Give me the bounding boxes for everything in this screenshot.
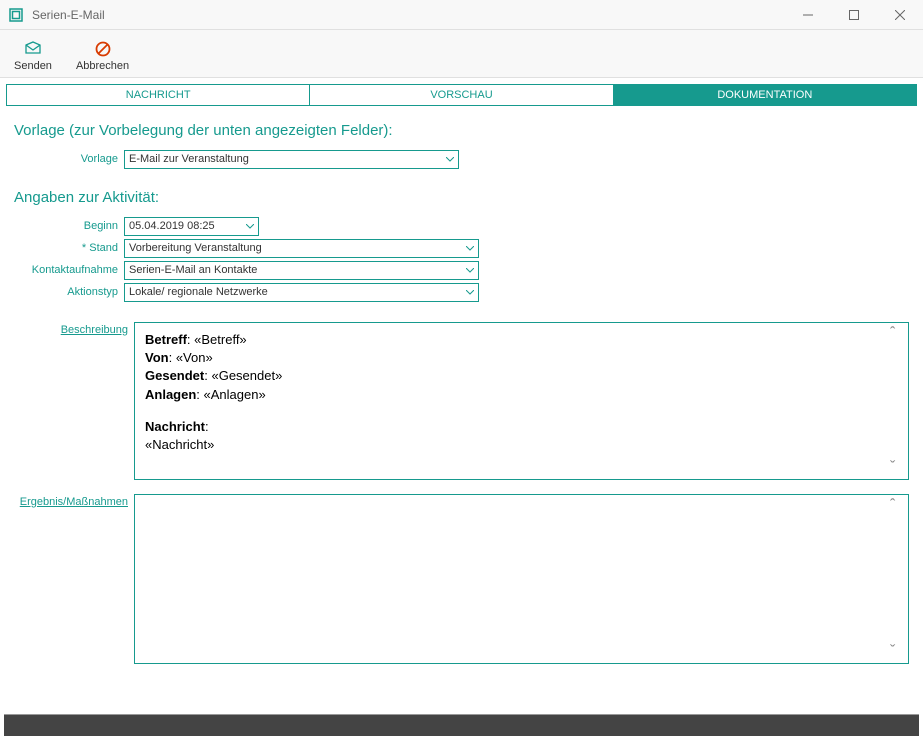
vorlage-value: E-Mail zur Veranstaltung: [129, 153, 249, 165]
aktionstyp-label: Aktionstyp: [14, 286, 124, 298]
aktionstyp-value: Lokale/ regionale Netzwerke: [129, 286, 268, 298]
maximize-button[interactable]: [831, 0, 877, 30]
send-icon: [24, 40, 42, 58]
beschreibung-label[interactable]: Beschreibung: [14, 322, 134, 480]
template-section-heading: Vorlage (zur Vorbelegung der unten angez…: [14, 122, 909, 139]
cancel-label: Abbrechen: [76, 60, 129, 72]
beginn-datetime[interactable]: 05.04.2019 08:25: [124, 217, 259, 236]
tab-vorschau[interactable]: VORSCHAU: [310, 84, 613, 106]
toolbar: Senden Abbrechen: [0, 30, 923, 78]
tab-bar: NACHRICHT VORSCHAU DOKUMENTATION: [6, 84, 917, 106]
aktionstyp-dropdown[interactable]: Lokale/ regionale Netzwerke: [124, 283, 479, 302]
status-bar: [4, 714, 919, 736]
minimize-button[interactable]: [785, 0, 831, 30]
ergebnis-label[interactable]: Ergebnis/Maßnahmen: [14, 494, 134, 664]
ergebnis-textarea[interactable]: ˆ ˇ: [134, 494, 909, 664]
kontakt-value: Serien-E-Mail an Kontakte: [129, 264, 257, 276]
kontakt-dropdown[interactable]: Serien-E-Mail an Kontakte: [124, 261, 479, 280]
stand-label: * Stand: [14, 242, 124, 254]
serien-email-window: Serien-E-Mail Senden Abbrechen: [0, 0, 923, 740]
kontakt-label: Kontaktaufnahme: [14, 264, 124, 276]
chevron-down-icon: [461, 240, 478, 257]
app-icon: [8, 7, 24, 23]
scroll-up-icon[interactable]: ˆ: [890, 329, 904, 339]
cancel-icon: [94, 40, 112, 58]
cancel-button[interactable]: Abbrechen: [72, 38, 133, 74]
scroll-up-icon[interactable]: ˆ: [890, 501, 904, 511]
beginn-label: Beginn: [14, 220, 124, 232]
stand-dropdown[interactable]: Vorbereitung Veranstaltung: [124, 239, 479, 258]
beschreibung-textarea[interactable]: Betreff: «Betreff» Von: «Von» Gesendet: …: [134, 322, 909, 480]
beginn-value: 05.04.2019 08:25: [129, 220, 215, 232]
window-title: Serien-E-Mail: [32, 8, 785, 22]
tab-dokumentation[interactable]: DOKUMENTATION: [614, 84, 917, 106]
content-area: Vorlage (zur Vorbelegung der unten angez…: [0, 106, 923, 710]
vorlage-dropdown[interactable]: E-Mail zur Veranstaltung: [124, 150, 459, 169]
send-label: Senden: [14, 60, 52, 72]
titlebar: Serien-E-Mail: [0, 0, 923, 30]
send-button[interactable]: Senden: [10, 38, 56, 74]
chevron-down-icon: [241, 218, 258, 235]
close-button[interactable]: [877, 0, 923, 30]
vorlage-label: Vorlage: [14, 153, 124, 165]
scroll-down-icon[interactable]: ˇ: [890, 647, 904, 657]
scroll-down-icon[interactable]: ˇ: [890, 463, 904, 473]
chevron-down-icon: [461, 262, 478, 279]
stand-value: Vorbereitung Veranstaltung: [129, 242, 262, 254]
activity-section-heading: Angaben zur Aktivität:: [14, 189, 909, 206]
chevron-down-icon: [461, 284, 478, 301]
chevron-down-icon: [441, 151, 458, 168]
tab-nachricht[interactable]: NACHRICHT: [6, 84, 310, 106]
